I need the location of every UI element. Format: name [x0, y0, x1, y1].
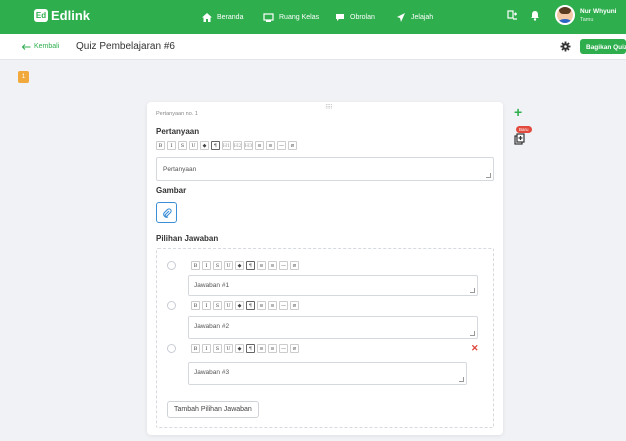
add-question-icon[interactable]: +	[514, 105, 522, 119]
answer-toolbar-button-1[interactable]: I	[202, 301, 211, 310]
question-format-toolbar: B I S U ◆ ¶ H1 H2 H3 ≡ ≡ — ⊘	[156, 141, 297, 150]
answer-format-toolbar-1: B I S U ◆ ¶ ≡ ≡ — ⊘	[191, 261, 299, 270]
answer-toolbar-button-2[interactable]: S	[213, 344, 222, 353]
answer-toolbar-button-9[interactable]: ⊘	[290, 344, 299, 353]
user-role: Tamu	[580, 16, 594, 23]
logo-mark: Ed	[34, 9, 48, 22]
answer-toolbar-button-3[interactable]: U	[224, 344, 233, 353]
answer-toolbar-button-4[interactable]: ◆	[235, 301, 244, 310]
answer-toolbar-button-0[interactable]: B	[191, 301, 200, 310]
question-toolbar-button-1[interactable]: I	[167, 141, 176, 150]
nav-beranda[interactable]: Beranda	[202, 0, 243, 34]
answer-toolbar-button-4[interactable]: ◆	[235, 344, 244, 353]
answer-toolbar-button-1[interactable]: I	[202, 261, 211, 270]
question-input[interactable]: Pertanyaan	[156, 157, 494, 181]
answer-toolbar-button-6[interactable]: ≡	[257, 344, 266, 353]
question-toolbar-button-6[interactable]: H1	[222, 141, 231, 150]
image-heading: Gambar	[156, 186, 187, 195]
add-answer-button[interactable]: Tambah Pilihan Jawaban	[167, 401, 259, 418]
import-question-icon[interactable]	[514, 133, 525, 145]
answer-toolbar-button-8[interactable]: —	[279, 344, 288, 353]
nav-ruang-kelas[interactable]: Ruang Kelas	[263, 0, 319, 34]
answer-toolbar-button-5[interactable]: ¶	[246, 301, 255, 310]
remove-answer-icon[interactable]: ✕	[471, 343, 479, 354]
back-link[interactable]: Kembali	[22, 43, 59, 50]
answer-toolbar-button-5[interactable]: ¶	[246, 344, 255, 353]
question-toolbar-button-12[interactable]: ⊘	[288, 141, 297, 150]
nav-label: Obrolan	[350, 13, 375, 21]
answer-options: B I S U ◆ ¶ ≡ ≡ — ⊘ Jawaban #1 B I S U ◆ ¶ ≡ ≡ — ⊘ Jawaban…	[156, 248, 494, 428]
share-quiz-button[interactable]: Bagikan Quiz	[580, 39, 626, 54]
answer-input-1[interactable]: Jawaban #1	[188, 275, 478, 296]
answer-toolbar-button-9[interactable]: ⊘	[290, 301, 299, 310]
answer-toolbar-button-8[interactable]: —	[279, 261, 288, 270]
question-heading: Pertanyaan	[156, 127, 200, 136]
question-toolbar-button-7[interactable]: H2	[233, 141, 242, 150]
user-name: Nur Whyuni	[580, 7, 617, 15]
answer-toolbar-button-1[interactable]: I	[202, 344, 211, 353]
home-icon	[202, 12, 212, 22]
question-toolbar-button-3[interactable]: U	[189, 141, 198, 150]
answer-input-3[interactable]: Jawaban #3	[188, 362, 467, 385]
switch-role-icon[interactable]	[507, 10, 518, 21]
question-number-label: Pertanyaan no. 1	[156, 111, 198, 117]
answer-format-toolbar-3: B I S U ◆ ¶ ≡ ≡ — ⊘	[191, 344, 299, 353]
answer-toolbar-button-3[interactable]: U	[224, 301, 233, 310]
answer-toolbar-button-4[interactable]: ◆	[235, 261, 244, 270]
answer-format-toolbar-2: B I S U ◆ ¶ ≡ ≡ — ⊘	[191, 301, 299, 310]
question-toolbar-button-9[interactable]: ≡	[255, 141, 264, 150]
question-toolbar-button-8[interactable]: H3	[244, 141, 253, 150]
answer-radio-2[interactable]	[167, 301, 176, 310]
top-navbar: Ed Edlink Beranda Ruang Kelas Obrolan Je…	[0, 0, 626, 34]
answer-toolbar-button-6[interactable]: ≡	[257, 301, 266, 310]
attach-image-button[interactable]	[156, 202, 177, 223]
chat-icon	[336, 13, 344, 21]
question-card: ⠿⠿ Pertanyaan no. 1 Pertanyaan B I S U ◆ ¶ H1 H…	[147, 102, 503, 435]
question-toolbar-button-2[interactable]: S	[178, 141, 187, 150]
answer-toolbar-button-3[interactable]: U	[224, 261, 233, 270]
nav-label: Ruang Kelas	[279, 13, 320, 21]
nav-obrolan[interactable]: Obrolan	[335, 0, 375, 34]
brand-name: Edlink	[51, 8, 91, 23]
answer-toolbar-button-7[interactable]: ≡	[268, 261, 277, 270]
answer-toolbar-button-7[interactable]: ≡	[268, 344, 277, 353]
explore-icon	[397, 12, 405, 22]
arrow-left-icon	[22, 43, 31, 50]
gear-icon[interactable]	[560, 41, 571, 52]
question-number-tab[interactable]: 1	[18, 71, 29, 83]
nav-jelajah[interactable]: Jelajah	[396, 0, 433, 34]
question-toolbar-button-10[interactable]: ≡	[266, 141, 275, 150]
back-label: Kembali	[34, 43, 60, 50]
answer-toolbar-button-0[interactable]: B	[191, 344, 200, 353]
nav-label: Jelajah	[411, 13, 434, 21]
answer-toolbar-button-7[interactable]: ≡	[268, 301, 277, 310]
question-toolbar-button-0[interactable]: B	[156, 141, 165, 150]
answer-input-2[interactable]: Jawaban #2	[188, 316, 478, 339]
edlink-logo[interactable]: Ed Edlink	[34, 8, 90, 23]
answer-radio-1[interactable]	[167, 261, 176, 270]
answer-toolbar-button-9[interactable]: ⊘	[290, 261, 299, 270]
answer-toolbar-button-8[interactable]: —	[279, 301, 288, 310]
question-toolbar-button-11[interactable]: —	[277, 141, 286, 150]
question-toolbar-button-4[interactable]: ◆	[200, 141, 209, 150]
user-menu[interactable]: Nur Whyuni Tamu	[555, 5, 616, 25]
drag-handle-icon[interactable]: ⠿⠿	[325, 104, 333, 111]
question-toolbar-button-5[interactable]: ¶	[211, 141, 220, 150]
answers-heading: Pilihan Jawaban	[156, 234, 219, 243]
answer-radio-3[interactable]	[167, 344, 176, 353]
new-badge: Baru	[516, 126, 532, 133]
avatar	[555, 5, 575, 25]
quiz-header: Kembali Quiz Pembelajaran #6 Bagikan Qui…	[0, 34, 626, 60]
nav-label: Beranda	[217, 13, 244, 21]
answer-toolbar-button-2[interactable]: S	[213, 261, 222, 270]
answer-toolbar-button-5[interactable]: ¶	[246, 261, 255, 270]
page-title: Quiz Pembelajaran #6	[76, 41, 175, 52]
answer-toolbar-button-0[interactable]: B	[191, 261, 200, 270]
bell-icon[interactable]	[530, 10, 540, 21]
answer-toolbar-button-2[interactable]: S	[213, 301, 222, 310]
answer-toolbar-button-6[interactable]: ≡	[257, 261, 266, 270]
paperclip-icon	[162, 207, 172, 218]
classroom-icon	[263, 12, 274, 22]
